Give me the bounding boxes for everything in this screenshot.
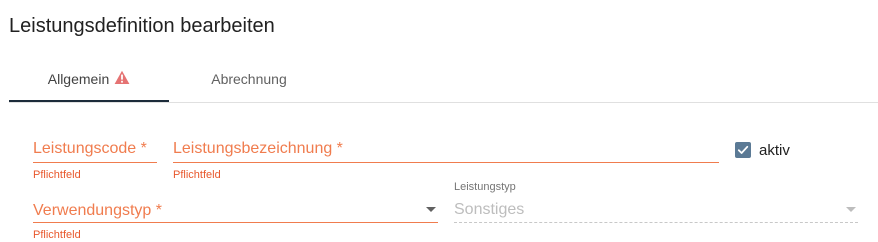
verwendungstyp-error: Pflichtfeld bbox=[33, 229, 81, 241]
tab-bar: Allgemein Abrechnung bbox=[9, 56, 878, 103]
aktiv-checkbox[interactable]: aktiv bbox=[735, 141, 790, 159]
chevron-down-icon bbox=[846, 207, 856, 212]
leistungsbezeichnung-input[interactable]: Leistungsbezeichnung * bbox=[173, 134, 719, 163]
aktiv-label: aktiv bbox=[759, 141, 790, 159]
leistungstyp-select: Sonstiges bbox=[454, 194, 858, 223]
leistungscode-error: Pflichtfeld bbox=[33, 169, 81, 181]
leistungsbezeichnung-field: Leistungsbezeichnung * Pflichtfeld bbox=[173, 134, 719, 184]
leistungscode-field: Leistungscode * Pflichtfeld bbox=[33, 134, 157, 184]
leistungsbezeichnung-error: Pflichtfeld bbox=[173, 169, 221, 181]
tab-label: Abrechnung bbox=[211, 70, 287, 87]
page-title: Leistungsdefinition bearbeiten bbox=[9, 15, 275, 37]
leistungscode-input[interactable]: Leistungscode * bbox=[33, 134, 157, 163]
leistungsbezeichnung-label: Leistungsbezeichnung * bbox=[173, 140, 343, 157]
warning-triangle-icon bbox=[114, 70, 130, 85]
leistungscode-label: Leistungscode * bbox=[33, 140, 147, 157]
tab-label: Allgemein bbox=[47, 70, 110, 87]
active-tab-indicator bbox=[9, 100, 169, 102]
tab-allgemein[interactable]: Allgemein bbox=[9, 56, 169, 102]
chevron-down-icon[interactable] bbox=[426, 207, 436, 212]
checkbox-box[interactable] bbox=[735, 142, 751, 158]
tab-abrechnung[interactable]: Abrechnung bbox=[169, 56, 329, 101]
verwendungstyp-field: Verwendungstyp * Pflichtfeld bbox=[33, 194, 438, 241]
leistungstyp-label: Leistungstyp bbox=[454, 181, 516, 193]
leistungstyp-field: Leistungstyp Sonstiges bbox=[454, 178, 858, 223]
verwendungstyp-label: Verwendungstyp * bbox=[33, 202, 162, 219]
verwendungstyp-select[interactable]: Verwendungstyp * bbox=[33, 194, 438, 223]
check-icon bbox=[737, 145, 749, 154]
leistungstyp-value: Sonstiges bbox=[454, 201, 525, 218]
